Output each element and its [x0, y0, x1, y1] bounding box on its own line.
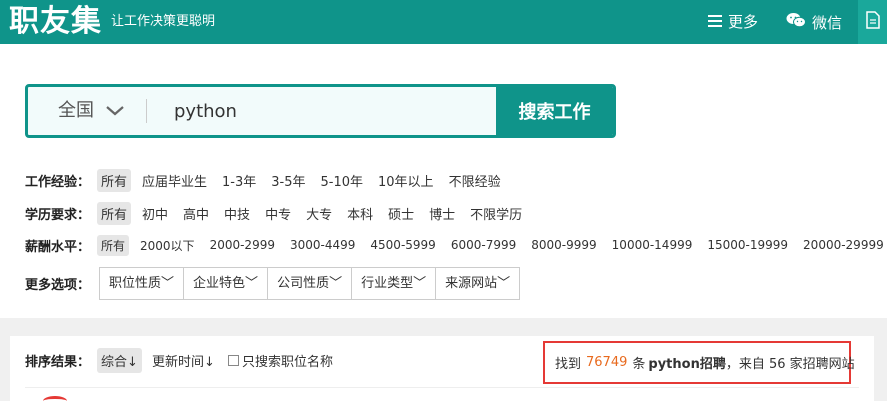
- chevron-down-icon: ﹀: [413, 276, 427, 291]
- dropdown-label: 公司性质: [277, 276, 330, 291]
- dropdown-source-site[interactable]: 来源网站﹀: [436, 268, 519, 299]
- result-count: 76749: [586, 355, 628, 370]
- list-item-marker: [43, 396, 67, 401]
- nav-more-button[interactable]: 更多: [708, 12, 758, 32]
- filter-option[interactable]: 硕士: [384, 202, 418, 225]
- result-panel: 排序结果： 综合↓ 更新时间↓ 只搜索职位名称 找到 76749 条 pytho…: [10, 336, 874, 401]
- dropdown-label: 企业特色: [193, 276, 246, 291]
- filter-option[interactable]: 20000-29999: [799, 236, 887, 254]
- filter-option[interactable]: 初中: [138, 202, 172, 225]
- filter-option[interactable]: 所有: [97, 234, 130, 256]
- filter-option[interactable]: 5-10年: [317, 169, 368, 192]
- filter-option[interactable]: 不限学历: [466, 202, 526, 225]
- filter-option[interactable]: 应届毕业生: [138, 169, 211, 192]
- result-summary: 找到 76749 条 python招聘 ，来自 56 家招聘网站: [543, 341, 855, 384]
- filter-education: 学历要求： 所有 初中 高中 中技 中专 大专 本科 硕士 博士 不限学历: [25, 201, 533, 225]
- result-prefix: 找到: [555, 357, 582, 372]
- document-button[interactable]: [858, 0, 887, 44]
- dropdown-company-type[interactable]: 公司性质﹀: [268, 268, 353, 299]
- sort-comprehensive[interactable]: 综合↓: [97, 348, 142, 373]
- filter-option[interactable]: 所有: [97, 201, 132, 225]
- dropdown-industry[interactable]: 行业类型﹀: [352, 268, 437, 299]
- site-slogan: 让工作决策更聪明: [111, 14, 216, 29]
- filter-option[interactable]: 中专: [261, 202, 295, 225]
- only-title-label: 只搜索职位名称: [242, 355, 334, 370]
- top-header: 职友集 让工作决策更聪明 更多 微信: [0, 0, 887, 44]
- search-divider: [146, 99, 147, 123]
- sort-update-time[interactable]: 更新时间↓: [148, 348, 219, 373]
- chevron-down-icon: ﹀: [161, 276, 175, 291]
- filter-option[interactable]: 8000-9999: [527, 236, 600, 254]
- filter-education-label: 学历要求：: [25, 207, 91, 223]
- filter-option[interactable]: 4500-5999: [366, 236, 439, 254]
- filter-salary: 薪酬水平： 所有 2000以下 2000-2999 3000-4499 4500…: [25, 234, 887, 256]
- wechat-icon: [786, 12, 806, 33]
- filter-option[interactable]: 高中: [179, 202, 213, 225]
- sort-label: 排序结果：: [25, 355, 91, 370]
- result-keyword: python招聘: [648, 357, 726, 372]
- filter-option[interactable]: 3000-4499: [286, 236, 359, 254]
- chevron-down-icon: [106, 99, 124, 123]
- document-icon: [865, 11, 880, 33]
- filter-experience: 工作经验： 所有 应届毕业生 1-3年 3-5年 5-10年 10年以上 不限经…: [25, 168, 512, 192]
- city-value: 全国: [58, 100, 94, 121]
- filter-option[interactable]: 15000-19999: [703, 236, 792, 254]
- dropdown-label: 职位性质: [109, 276, 162, 291]
- filter-option[interactable]: 6000-7999: [447, 236, 520, 254]
- filter-option[interactable]: 所有: [97, 168, 132, 192]
- result-suffix: ，来自 56 家招聘网站: [725, 357, 855, 372]
- city-select[interactable]: 全国: [58, 99, 124, 123]
- filter-option[interactable]: 博士: [425, 202, 459, 225]
- filter-option[interactable]: 2000以下: [136, 235, 199, 256]
- search-input[interactable]: [174, 97, 494, 125]
- chevron-down-icon: ﹀: [329, 276, 343, 291]
- search-box: 全国 搜索工作: [25, 84, 616, 138]
- filter-option[interactable]: 不限经验: [445, 169, 505, 192]
- only-title-checkbox[interactable]: 只搜索职位名称: [228, 351, 333, 370]
- dropdown-label: 行业类型: [361, 276, 414, 291]
- filter-option[interactable]: 10年以上: [374, 169, 438, 192]
- filter-more-label: 更多选项：: [25, 278, 91, 293]
- menu-icon: [708, 12, 722, 32]
- result-middle: 条: [632, 357, 646, 372]
- filter-option[interactable]: 1-3年: [218, 169, 260, 192]
- filter-option[interactable]: 中技: [220, 202, 254, 225]
- nav-wechat-button[interactable]: 微信: [786, 12, 842, 33]
- chevron-down-icon: ﹀: [245, 276, 259, 291]
- panel-divider: [25, 387, 859, 388]
- filter-option[interactable]: 2000-2999: [206, 236, 279, 254]
- dropdown-label: 来源网站: [445, 276, 498, 291]
- search-button[interactable]: 搜索工作: [496, 87, 613, 135]
- dropdown-job-type[interactable]: 职位性质﹀: [100, 268, 185, 299]
- chevron-down-icon: ﹀: [497, 276, 511, 291]
- filter-option[interactable]: 本科: [343, 202, 377, 225]
- checkbox-box[interactable]: [228, 355, 239, 366]
- filter-option[interactable]: 大专: [302, 202, 336, 225]
- filter-experience-label: 工作经验：: [25, 174, 91, 190]
- filter-more: 更多选项： 职位性质﹀ 企业特色﹀ 公司性质﹀ 行业类型﹀ 来源网站﹀: [25, 267, 521, 300]
- site-logo[interactable]: 职友集: [9, 2, 102, 42]
- filter-salary-label: 薪酬水平：: [25, 239, 91, 255]
- nav-more-label: 更多: [728, 13, 759, 31]
- more-dropdown-group: 职位性质﹀ 企业特色﹀ 公司性质﹀ 行业类型﹀ 来源网站﹀: [99, 267, 521, 300]
- filter-option[interactable]: 10000-14999: [608, 236, 697, 254]
- dropdown-company-feature[interactable]: 企业特色﹀: [184, 268, 269, 299]
- nav-wechat-label: 微信: [812, 13, 843, 32]
- filter-option[interactable]: 3-5年: [267, 169, 309, 192]
